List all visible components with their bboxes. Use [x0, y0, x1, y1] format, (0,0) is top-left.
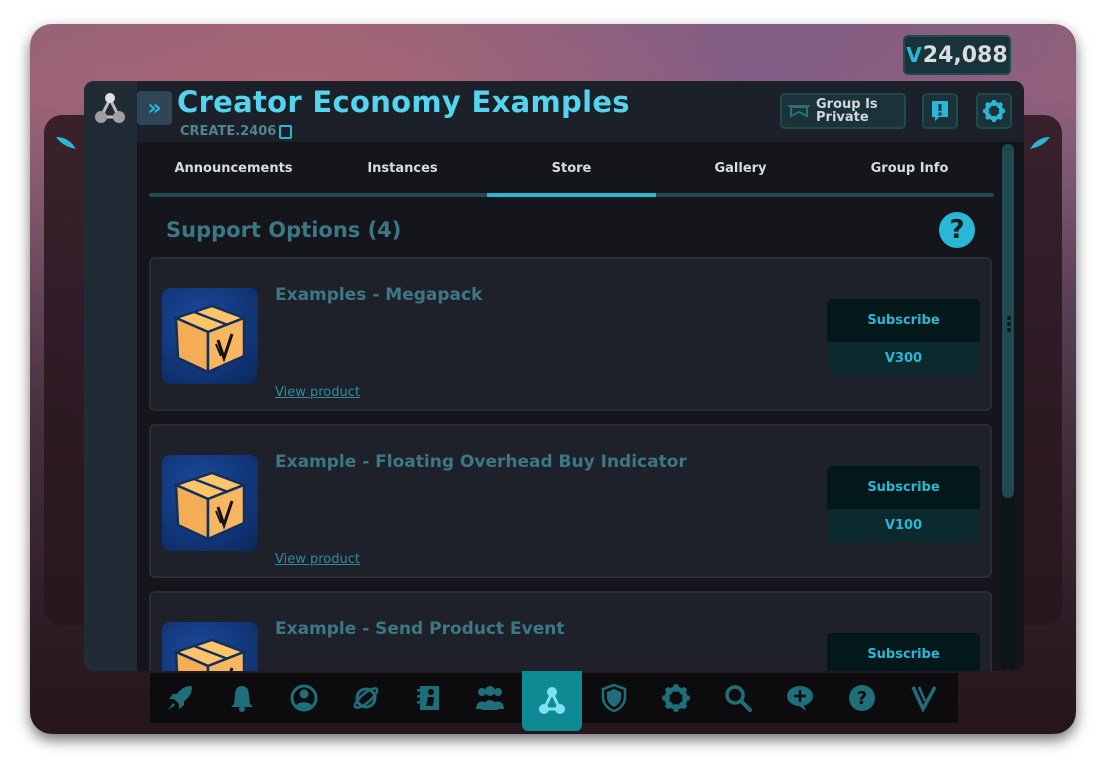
- double-chevron-right-icon: »: [147, 95, 162, 121]
- tab-store[interactable]: Store: [487, 161, 656, 176]
- product-card: Example - Floating Overhead Buy Indicato…: [149, 424, 992, 578]
- dock-help[interactable]: ?: [832, 673, 892, 723]
- dock-groups[interactable]: [522, 671, 582, 731]
- tab-announcements[interactable]: Announcements: [149, 161, 318, 176]
- subscribe-button[interactable]: Subscribe V100: [827, 466, 980, 542]
- view-product-link[interactable]: View product: [275, 385, 360, 400]
- left-rail: [84, 81, 137, 671]
- grip-icon: [1007, 316, 1011, 334]
- shield-icon: [601, 683, 627, 713]
- product-list: Examples - Megapack View product Subscri…: [149, 257, 994, 671]
- wing-icon: [56, 137, 76, 149]
- product-title: Example - Floating Overhead Buy Indicato…: [275, 452, 687, 472]
- tab-instances[interactable]: Instances: [318, 161, 487, 176]
- expand-sidebar-button[interactable]: »: [137, 91, 172, 125]
- product-price: V100: [884, 518, 923, 533]
- banner-icon: [788, 105, 810, 118]
- dock-social[interactable]: [460, 673, 520, 723]
- dock-profile[interactable]: [274, 673, 334, 723]
- dock-safety[interactable]: [584, 673, 644, 723]
- group-privacy-button[interactable]: Group Is Private: [780, 93, 906, 129]
- subscribe-button[interactable]: Subscribe: [827, 633, 980, 671]
- report-icon: [932, 101, 948, 121]
- dock-vrchat-plus[interactable]: [894, 673, 954, 723]
- app-frame: V 24,088 » Creator Economy Examples CREA…: [30, 24, 1076, 734]
- avatar-book-icon: [417, 686, 439, 710]
- box-icon: [172, 471, 248, 541]
- view-product-link[interactable]: View product: [275, 552, 360, 567]
- dock-notifications[interactable]: [212, 673, 272, 723]
- product-title: Examples - Megapack: [275, 285, 483, 305]
- group-settings-button[interactable]: [976, 93, 1012, 129]
- product-card: Examples - Megapack View product Subscri…: [149, 257, 992, 411]
- product-price: V300: [884, 351, 923, 366]
- groups-icon: [539, 687, 565, 714]
- dock-search[interactable]: [708, 673, 768, 723]
- tab-bar: Announcements Instances Store Gallery Gr…: [149, 142, 994, 198]
- scrollbar[interactable]: [1001, 142, 1015, 669]
- help-button[interactable]: ?: [939, 212, 975, 248]
- groups-logo-icon: [95, 93, 125, 123]
- copy-icon[interactable]: [279, 124, 293, 139]
- box-icon: [172, 638, 248, 671]
- section-title: Support Options (4): [166, 218, 402, 242]
- help-icon: ?: [849, 685, 875, 711]
- currency-balance[interactable]: V 24,088: [903, 35, 1011, 75]
- group-title: Creator Economy Examples: [177, 85, 630, 119]
- planet-icon: [353, 687, 379, 709]
- report-button[interactable]: [922, 93, 958, 129]
- tab-gallery[interactable]: Gallery: [656, 161, 825, 176]
- wing-icon: [1030, 137, 1050, 149]
- tab-active-indicator: [487, 193, 656, 197]
- gear-icon: [983, 100, 1005, 122]
- group-header: » Creator Economy Examples CREATE.2406 G…: [137, 81, 1024, 142]
- chat-add-icon: [787, 686, 813, 711]
- dock-avatars[interactable]: [398, 673, 458, 723]
- dock-settings[interactable]: [646, 673, 706, 723]
- people-icon: [476, 686, 504, 710]
- vrchat-plus-icon: [911, 686, 937, 713]
- quick-menu-dock: ?: [150, 671, 958, 731]
- dock-messages[interactable]: [770, 673, 830, 723]
- group-content: Announcements Instances Store Gallery Gr…: [137, 142, 1024, 671]
- bell-icon: [231, 686, 253, 712]
- scrollbar-thumb[interactable]: [1002, 144, 1014, 498]
- product-title: Example - Send Product Event: [275, 619, 565, 639]
- product-thumbnail: [162, 288, 258, 384]
- vrc-credit-icon: V: [906, 43, 922, 67]
- product-thumbnail: [162, 455, 258, 551]
- product-thumbnail: [162, 622, 258, 671]
- tab-group-info[interactable]: Group Info: [825, 161, 994, 176]
- product-card: Example - Send Product Event Subscribe: [149, 591, 992, 671]
- profile-icon: [290, 684, 318, 712]
- subscribe-button[interactable]: Subscribe V300: [827, 299, 980, 375]
- question-icon: ?: [949, 215, 965, 245]
- dock-worlds[interactable]: [336, 673, 396, 723]
- search-icon: [725, 685, 752, 712]
- box-icon: [172, 304, 248, 374]
- settings-icon: [662, 684, 690, 712]
- rocket-icon: [168, 686, 192, 710]
- svg-text:?: ?: [857, 688, 867, 709]
- group-window: » Creator Economy Examples CREATE.2406 G…: [84, 81, 1024, 671]
- dock-launchpad[interactable]: [150, 673, 210, 723]
- group-code[interactable]: CREATE.2406: [180, 124, 293, 139]
- balance-amount: 24,088: [922, 42, 1008, 68]
